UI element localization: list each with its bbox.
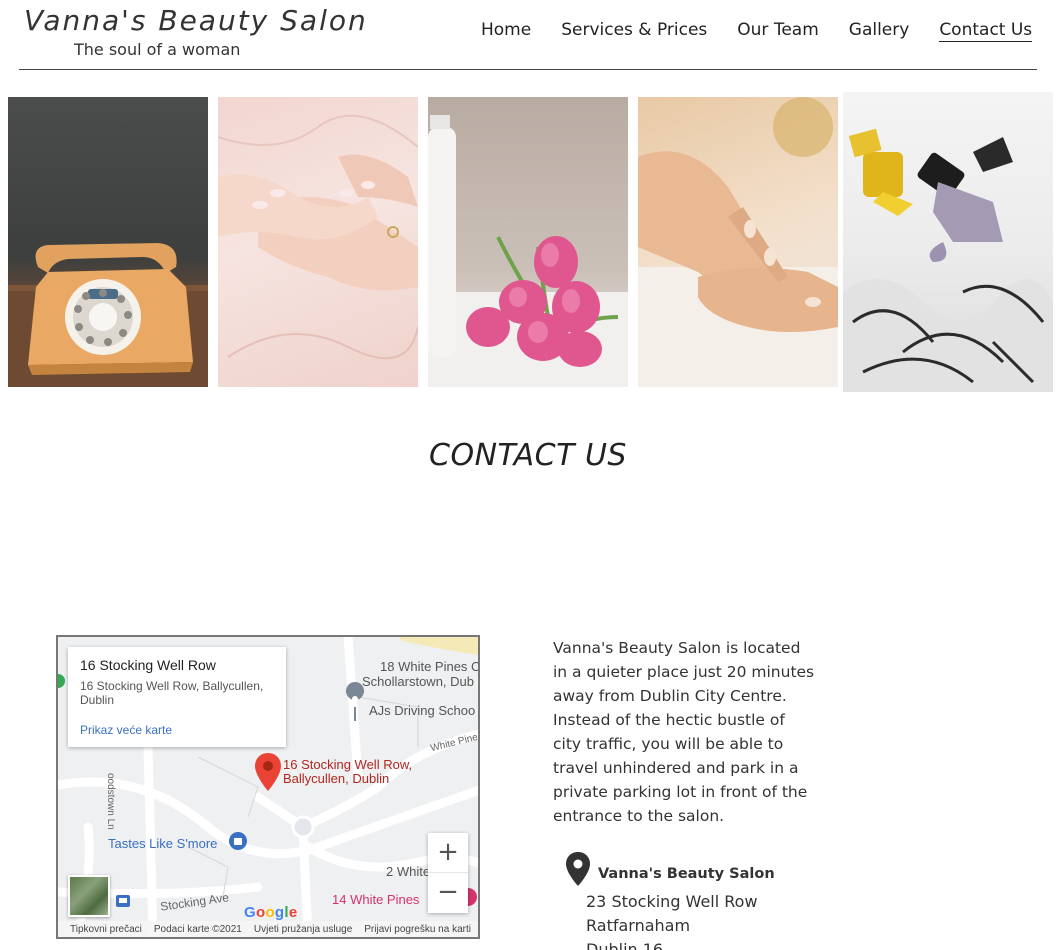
location-description: Vanna's Beauty Salon is located in a qui…	[553, 639, 815, 825]
address-line-3: Dublin 16	[586, 940, 664, 950]
map-marker-label-line2: Ballycullen, Dublin	[283, 771, 390, 786]
address-business-name: Vanna's Beauty Salon	[598, 866, 775, 882]
place-2-white[interactable]: 2 White	[386, 864, 430, 879]
nav-home[interactable]: Home	[481, 20, 531, 42]
map-data-attribution: Podaci karte ©2021	[153, 923, 242, 935]
map-zoom-controls: + −	[428, 833, 468, 913]
map-card-address: 16 Stocking Well Row, Ballycullen, Dubli…	[80, 679, 264, 707]
view-larger-map-link[interactable]: Prikaz veće karte	[80, 723, 172, 737]
map-place-card: 16 Stocking Well Row 16 Stocking Well Ro…	[68, 647, 286, 747]
header-divider	[19, 69, 1037, 70]
map-marker-icon[interactable]	[255, 753, 281, 791]
nav-services-prices[interactable]: Services & Prices	[561, 20, 707, 42]
address-line-2: Ratfarnaham	[586, 916, 691, 935]
terms-link[interactable]: Uvjeti pružanja usluge	[254, 924, 352, 935]
nav-our-team[interactable]: Our Team	[737, 20, 818, 42]
keyboard-shortcuts-link[interactable]: Tipkovni prečaci	[70, 924, 142, 935]
road-woodstown-ln: oodstown Ln	[105, 773, 116, 830]
place-ajs-driving-school[interactable]: AJs Driving Schoo	[369, 703, 475, 718]
place-18-white-pines[interactable]: 18 White Pines C	[380, 659, 478, 674]
map-footer: Tipkovni prečaci Podaci karte ©2021 Uvje…	[58, 921, 478, 937]
site-header: Vanna's Beauty Salon The soul of a woman…	[0, 0, 1062, 70]
nav-gallery[interactable]: Gallery	[849, 20, 910, 42]
place-14-white-pines[interactable]: 14 White Pines	[332, 892, 419, 907]
map-marker-label-line1: 16 Stocking Well Row,	[283, 757, 413, 772]
place-tastes-like-smore[interactable]: Tastes Like S'more	[108, 836, 217, 851]
zoom-out-button[interactable]: −	[428, 873, 468, 913]
hands-on-fur-photo	[638, 97, 838, 387]
main-nav: Home Services & Prices Our Team Gallery …	[481, 20, 1033, 42]
manicure-hands-photo	[218, 97, 418, 387]
vintage-telephone-photo	[8, 97, 208, 387]
nav-contact-us[interactable]: Contact Us	[939, 20, 1033, 42]
embedded-map[interactable]: 16 Stocking Well Row, Ballycullen, Dubli…	[56, 635, 480, 939]
map-card-title: 16 Stocking Well Row	[80, 657, 216, 673]
place-schollarstown[interactable]: Schollarstown, Dub	[362, 674, 474, 689]
brand-tagline: The soul of a woman	[74, 40, 241, 59]
map-marker-label: 16 Stocking Well Row, Ballycullen, Dubli…	[283, 758, 412, 786]
address-line-1: 23 Stocking Well Row	[586, 892, 758, 911]
tulips-lotion-photo	[428, 97, 628, 387]
brand-title[interactable]: Vanna's Beauty Salon	[24, 4, 368, 37]
zoom-in-button[interactable]: +	[428, 833, 468, 873]
location-pin-icon	[566, 852, 590, 886]
nail-polish-bottles-photo	[843, 92, 1053, 392]
contact-heading: CONTACT US	[429, 438, 627, 473]
google-logo: Google	[244, 904, 298, 921]
satellite-layer-toggle[interactable]	[68, 875, 110, 917]
report-error-link[interactable]: Prijavi pogrešku na karti	[364, 924, 471, 935]
